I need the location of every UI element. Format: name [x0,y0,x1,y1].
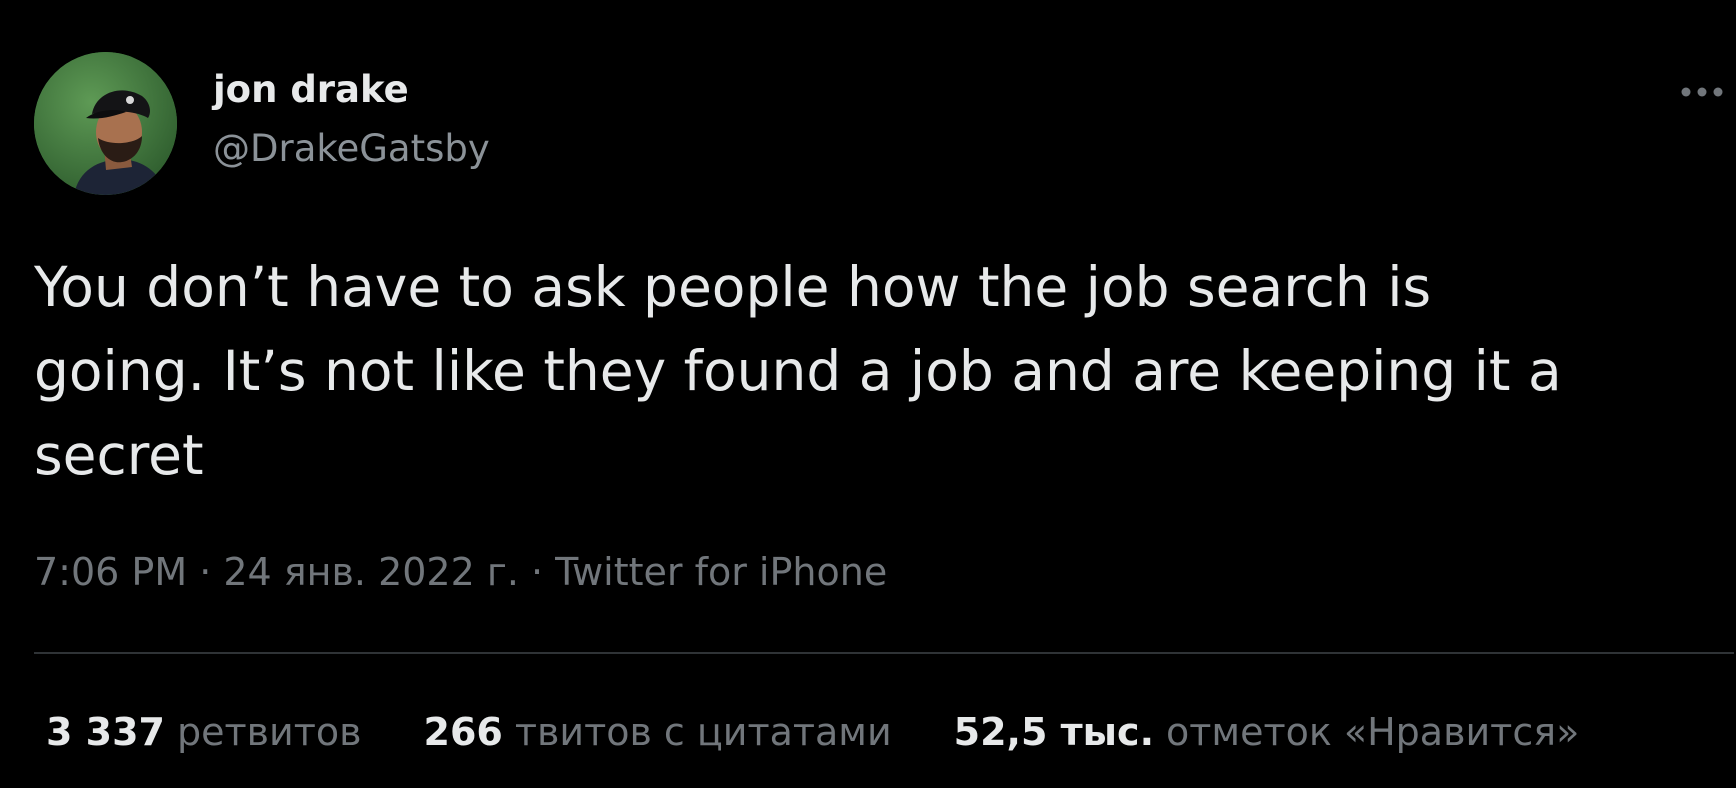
retweets-label: ретвитов [177,710,362,754]
tweet-stats: 3 337 ретвитов 266 твитов с цитатами 52,… [46,710,1641,754]
tweet-source[interactable]: Twitter for iPhone [555,550,887,594]
author-display-name[interactable]: jon drake [213,68,409,111]
retweets-count: 3 337 [46,710,165,754]
likes-stat[interactable]: 52,5 тыс. отметок «Нравится» [954,710,1580,754]
more-dots-icon [1681,87,1723,97]
author-handle[interactable]: @DrakeGatsby [213,127,490,170]
quotes-label: твитов с цитатами [514,710,892,754]
quotes-count: 266 [423,710,503,754]
tweet-time[interactable]: 7:06 PM [34,550,187,594]
tweet-date[interactable]: 24 янв. 2022 г. [223,550,519,594]
tweet-text: You don’t have to ask people how the job… [34,255,1562,487]
avatar[interactable] [34,52,177,195]
likes-label: отметок «Нравится» [1166,710,1580,754]
meta-separator: · [518,550,556,594]
quotes-stat[interactable]: 266 твитов с цитатами [424,710,892,754]
retweets-stat[interactable]: 3 337 ретвитов [46,710,362,754]
more-options-button[interactable] [1676,78,1728,106]
likes-count: 52,5 тыс. [953,710,1155,754]
tweet-metadata: 7:06 PM · 24 янв. 2022 г. · Twitter for … [34,550,887,594]
divider [34,652,1734,654]
meta-separator: · [187,550,224,594]
profile-photo [34,52,177,195]
